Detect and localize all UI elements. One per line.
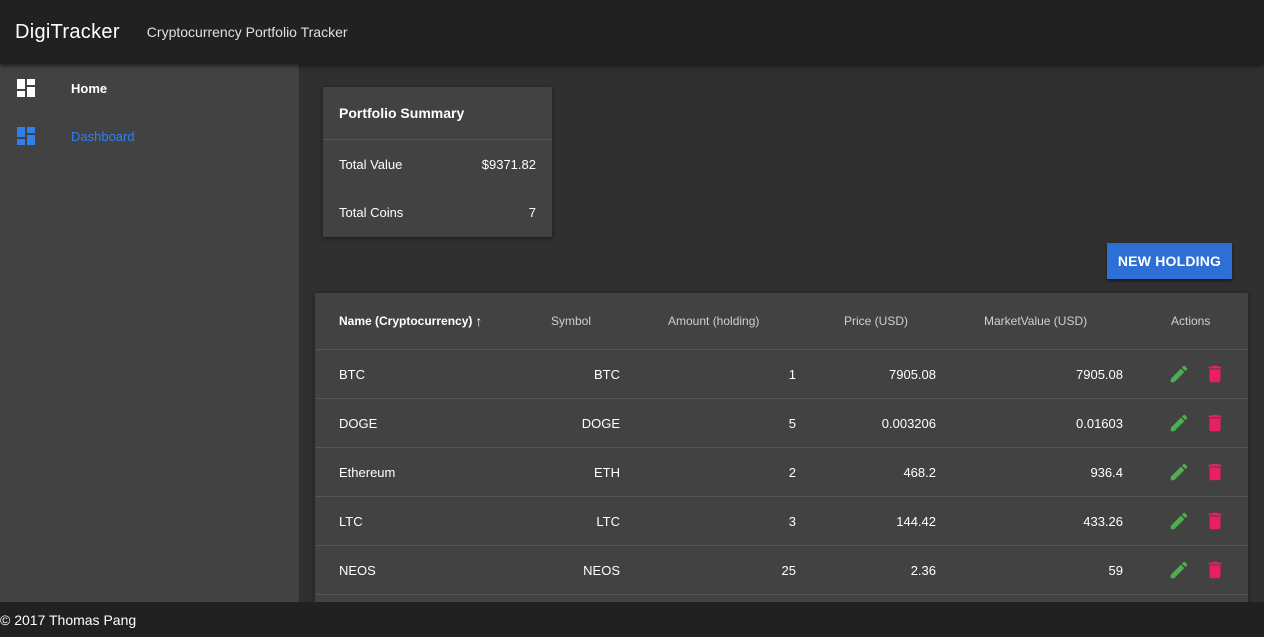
column-header-price[interactable]: Price (USD) xyxy=(844,293,908,349)
edit-icon[interactable] xyxy=(1168,363,1190,385)
table-row: LTC LTC 3 144.42 433.26 xyxy=(315,497,1248,546)
cell-symbol: BTC xyxy=(594,366,620,382)
app-subtitle: Cryptocurrency Portfolio Tracker xyxy=(146,24,348,40)
app-title: DigiTracker xyxy=(15,20,120,43)
cell-market-value: 936.4 xyxy=(1090,464,1123,480)
sidebar-item-label: Dashboard xyxy=(71,128,135,144)
cell-symbol: LTC xyxy=(596,513,620,529)
column-header-label: Amount (holding) xyxy=(668,314,760,328)
delete-icon[interactable] xyxy=(1204,412,1226,434)
column-header-name[interactable]: Name (Cryptocurrency) ↑ xyxy=(339,293,482,349)
delete-icon[interactable] xyxy=(1204,510,1226,532)
edit-icon[interactable] xyxy=(1168,559,1190,581)
table-row: DOGE DOGE 5 0.003206 0.01603 xyxy=(315,399,1248,448)
copyright-text: © 2017 Thomas Pang xyxy=(0,611,137,628)
edit-icon[interactable] xyxy=(1168,510,1190,532)
summary-label: Total Value xyxy=(339,156,403,172)
cell-market-value: 433.26 xyxy=(1083,513,1123,529)
dashboard-icon xyxy=(17,127,35,145)
cell-amount: 25 xyxy=(781,562,796,578)
cell-name: BTC xyxy=(339,366,365,382)
column-header-actions: Actions xyxy=(1171,293,1210,349)
cell-name: LTC xyxy=(339,513,363,529)
portfolio-summary-card: Portfolio Summary Total Value $9371.82 T… xyxy=(323,87,552,237)
dashboard-icon xyxy=(17,79,35,97)
column-header-symbol[interactable]: Symbol xyxy=(551,293,591,349)
cell-market-value: 7905.08 xyxy=(1076,366,1123,382)
column-header-label: Actions xyxy=(1171,314,1211,328)
summary-row-total-value: Total Value $9371.82 xyxy=(323,140,552,188)
cell-market-value: 59 xyxy=(1108,562,1123,578)
column-header-label: Name (Cryptocurrency) xyxy=(339,314,473,328)
column-header-label: MarketValue (USD) xyxy=(984,314,1088,328)
cell-name: NEOS xyxy=(339,562,376,578)
holdings-table: Name (Cryptocurrency) ↑ Symbol Amount (h… xyxy=(315,293,1248,602)
cell-price: 0.003206 xyxy=(881,415,936,431)
delete-icon[interactable] xyxy=(1204,559,1226,581)
column-header-market-value[interactable]: MarketValue (USD) xyxy=(984,293,1087,349)
column-header-label: Symbol xyxy=(551,314,592,328)
edit-icon[interactable] xyxy=(1168,461,1190,483)
cell-symbol: DOGE xyxy=(581,415,620,431)
cell-price: 2.36 xyxy=(910,562,936,578)
table-row: NEOS NEOS 25 2.36 59 xyxy=(315,546,1248,595)
summary-row-total-coins: Total Coins 7 xyxy=(323,188,552,236)
summary-title: Portfolio Summary xyxy=(323,87,552,140)
new-holding-button[interactable]: NEW HOLDING xyxy=(1107,243,1232,279)
column-header-amount[interactable]: Amount (holding) xyxy=(668,293,759,349)
summary-value: $9371.82 xyxy=(481,156,536,172)
cell-amount: 3 xyxy=(788,513,796,529)
cell-symbol: ETH xyxy=(594,464,620,480)
cell-amount: 5 xyxy=(788,415,796,431)
sidebar: Home Dashboard xyxy=(0,64,300,602)
table-row: Ethereum ETH 2 468.2 936.4 xyxy=(315,448,1248,497)
app-toolbar: DigiTracker Cryptocurrency Portfolio Tra… xyxy=(0,0,1264,64)
delete-icon[interactable] xyxy=(1204,363,1226,385)
cell-price: 144.42 xyxy=(896,513,936,529)
edit-icon[interactable] xyxy=(1168,412,1190,434)
cell-symbol: NEOS xyxy=(583,562,620,578)
summary-value: 7 xyxy=(528,204,536,220)
sidebar-item-home[interactable]: Home xyxy=(0,64,299,112)
table-header: Name (Cryptocurrency) ↑ Symbol Amount (h… xyxy=(315,293,1248,350)
cell-name: DOGE xyxy=(339,415,378,431)
sidebar-item-label: Home xyxy=(71,80,108,96)
main-content: Portfolio Summary Total Value $9371.82 T… xyxy=(300,64,1264,602)
cell-amount: 2 xyxy=(788,464,796,480)
delete-icon[interactable] xyxy=(1204,461,1226,483)
cell-price: 7905.08 xyxy=(889,366,936,382)
summary-label: Total Coins xyxy=(339,204,404,220)
column-header-label: Price (USD) xyxy=(844,314,909,328)
cell-amount: 1 xyxy=(788,366,796,382)
cell-name: Ethereum xyxy=(339,464,396,480)
table-row: BTC BTC 1 7905.08 7905.08 xyxy=(315,350,1248,399)
sidebar-item-dashboard[interactable]: Dashboard xyxy=(0,112,299,160)
arrow-up-icon: ↑ xyxy=(475,313,483,329)
cell-market-value: 0.01603 xyxy=(1076,415,1123,431)
footer: © 2017 Thomas Pang xyxy=(0,602,1264,637)
cell-price: 468.2 xyxy=(903,464,936,480)
